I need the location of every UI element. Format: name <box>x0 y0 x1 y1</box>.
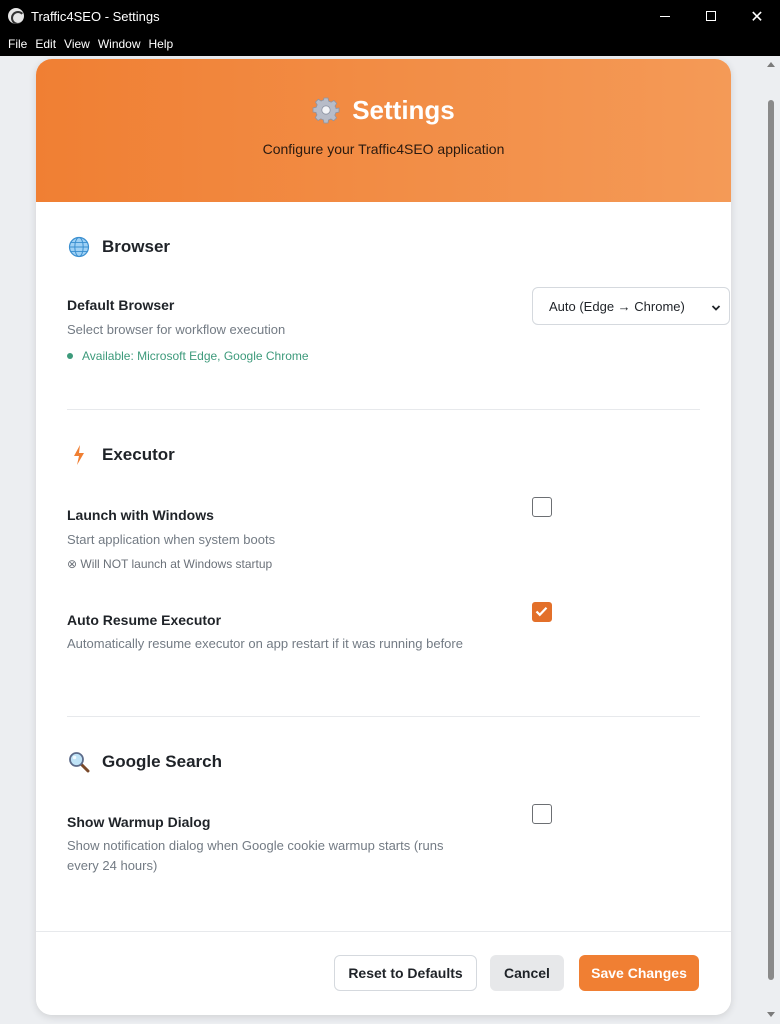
minimize-icon <box>660 15 670 17</box>
gear-icon <box>312 96 340 124</box>
startup-status-note: ⊗ Will NOT launch at Windows startup <box>67 557 273 571</box>
window-controls: ✕ <box>642 0 780 32</box>
reset-defaults-button[interactable]: Reset to Defaults <box>334 955 477 991</box>
checkmark-icon <box>535 607 548 617</box>
status-text: Available: Microsoft Edge, Google Chrome <box>82 349 309 363</box>
settings-header: Settings Configure your Traffic4SEO appl… <box>36 59 731 202</box>
setting-auto-resume: Auto Resume Executor Automatically resum… <box>67 602 700 696</box>
maximize-icon <box>706 11 716 21</box>
scroll-thumb[interactable] <box>768 100 774 980</box>
chevron-down-icon <box>711 301 721 316</box>
save-changes-button[interactable]: Save Changes <box>579 955 699 991</box>
section-title-browser: Browser <box>67 235 700 259</box>
default-browser-select[interactable]: Auto (Edge → Chrome) <box>532 287 730 325</box>
page-subtitle: Configure your Traffic4SEO application <box>262 141 505 157</box>
section-title-text: Google Search <box>102 752 222 771</box>
setting-label: Launch with Windows <box>67 507 214 523</box>
menu-view[interactable]: View <box>60 37 94 51</box>
menu-help[interactable]: Help <box>145 37 178 51</box>
page-title-text: Settings <box>352 94 455 125</box>
page-title: Settings <box>36 93 731 127</box>
settings-card: Settings Configure your Traffic4SEO appl… <box>36 59 731 1015</box>
section-title-executor: Executor <box>67 443 700 467</box>
warmup-dialog-checkbox[interactable] <box>532 804 552 824</box>
scroll-up-icon[interactable] <box>767 62 775 67</box>
menu-bar: File Edit View Window Help <box>0 32 780 56</box>
lightning-icon <box>67 443 91 467</box>
content-viewport: Settings Configure your Traffic4SEO appl… <box>1 56 779 1023</box>
close-button[interactable]: ✕ <box>734 0 780 32</box>
launch-with-windows-checkbox[interactable] <box>532 497 552 517</box>
section-title-text: Executor <box>102 445 175 464</box>
setting-description: Show notification dialog when Google coo… <box>67 838 444 873</box>
minimize-button[interactable] <box>642 0 688 32</box>
magnifier-icon <box>67 750 91 774</box>
section-google-search: Google Search Show Warmup Dialog Show no… <box>36 717 731 894</box>
setting-warmup-dialog: Show Warmup Dialog Show notification dia… <box>67 804 700 894</box>
app-logo-icon <box>8 8 24 24</box>
menu-file[interactable]: File <box>4 37 31 51</box>
setting-launch-with-windows: Launch with Windows Start application wh… <box>67 497 700 577</box>
window-title: Traffic4SEO - Settings <box>31 8 160 24</box>
section-browser: Browser Default Browser Select browser f… <box>36 202 731 409</box>
status-dot-icon <box>67 353 73 359</box>
globe-icon <box>67 235 91 259</box>
section-title-google-search: Google Search <box>67 750 700 774</box>
maximize-button[interactable] <box>688 0 734 32</box>
browser-availability-status: Available: Microsoft Edge, Google Chrome <box>67 349 700 363</box>
auto-resume-checkbox[interactable] <box>532 602 552 622</box>
setting-description: Automatically resume executor on app res… <box>67 636 463 651</box>
setting-label: Show Warmup Dialog <box>67 814 211 830</box>
close-icon: ✕ <box>750 6 764 26</box>
section-executor: Executor Launch with Windows Start appli… <box>36 410 731 696</box>
select-value: Auto (Edge → Chrome) <box>549 298 685 314</box>
setting-default-browser: Default Browser Select browser for workf… <box>67 287 730 409</box>
vertical-scrollbar[interactable] <box>767 62 775 1017</box>
setting-label: Auto Resume Executor <box>67 612 222 628</box>
settings-footer: Reset to Defaults Cancel Save Changes <box>36 931 731 1015</box>
menu-window[interactable]: Window <box>94 37 145 51</box>
setting-description: Start application when system boots <box>67 532 276 547</box>
scroll-down-icon[interactable] <box>767 1012 775 1017</box>
title-bar: Traffic4SEO - Settings ✕ <box>0 0 780 32</box>
section-title-text: Browser <box>102 237 171 256</box>
menu-edit[interactable]: Edit <box>31 37 60 51</box>
cancel-button[interactable]: Cancel <box>490 955 564 991</box>
